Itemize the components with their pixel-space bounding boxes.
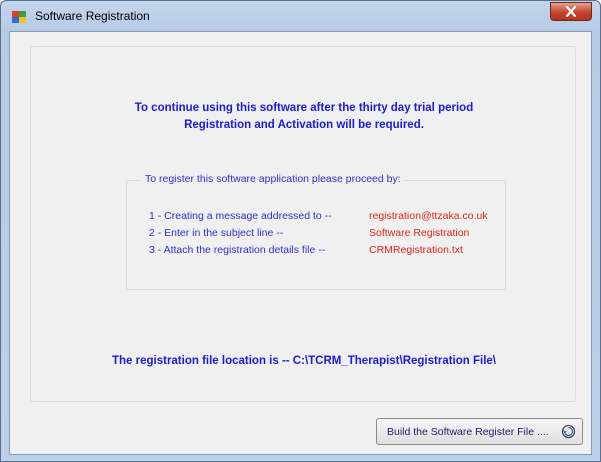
build-register-file-button[interactable]: Build the Software Register File .... bbox=[376, 418, 583, 445]
trial-notice-line1: To continue using this software after th… bbox=[134, 102, 474, 114]
instructions-title: To register this software application pl… bbox=[141, 173, 405, 185]
step-3-label: 3 - Attach the registration details file… bbox=[149, 244, 326, 256]
title-bar[interactable]: Software Registration bbox=[1, 1, 600, 31]
close-icon bbox=[565, 6, 577, 17]
registration-file-location: The registration file location is -- C:\… bbox=[111, 355, 496, 367]
info-panel: To continue using this software after th… bbox=[30, 46, 576, 402]
step-3-filename: CRMRegistration.txt bbox=[369, 244, 463, 256]
registration-window: Software Registration To continue using … bbox=[0, 0, 601, 462]
registration-app-icon bbox=[12, 11, 26, 23]
step-1-label: 1 - Creating a message addressed to -- bbox=[149, 210, 332, 222]
step-2-label: 2 - Enter in the subject line -- bbox=[149, 227, 284, 239]
instructions-groupbox: To register this software application pl… bbox=[126, 173, 506, 290]
build-register-file-label: Build the Software Register File .... bbox=[387, 425, 549, 438]
disk-refresh-icon bbox=[561, 424, 576, 439]
window-title: Software Registration bbox=[35, 9, 150, 23]
trial-notice-line2: Registration and Activation will be requ… bbox=[184, 119, 424, 131]
close-button[interactable] bbox=[550, 2, 592, 21]
client-area: To continue using this software after th… bbox=[9, 31, 592, 455]
step-2-subject: Software Registration bbox=[369, 227, 470, 239]
step-1-email: registration@ttzaka.co.uk bbox=[369, 210, 488, 222]
